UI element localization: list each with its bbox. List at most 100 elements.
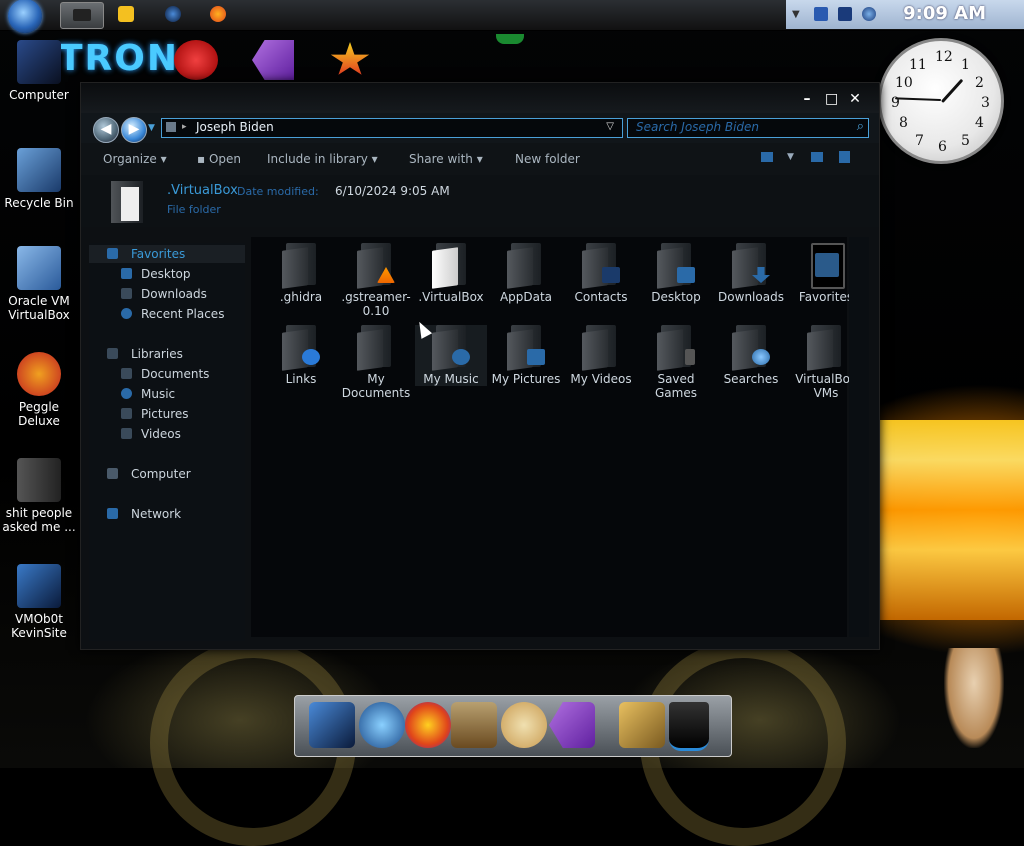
explorer-icon xyxy=(73,9,91,21)
preview-pane-icon[interactable] xyxy=(811,152,823,162)
folder-item-gstreamer[interactable]: .gstreamer-0.10 xyxy=(340,243,412,318)
folder-icon xyxy=(166,122,176,132)
details-name: .VirtualBox xyxy=(167,183,238,198)
clock-number: 8 xyxy=(899,115,908,131)
dock-visual-studio-icon[interactable] xyxy=(549,702,595,748)
sidebar-libraries[interactable]: Libraries xyxy=(89,345,245,363)
desktop-icon-vmobot[interactable]: VMOb0t KevinSite xyxy=(0,564,78,640)
vertical-scrollbar[interactable] xyxy=(849,237,869,637)
clock-number: 7 xyxy=(915,133,924,149)
details-type: File folder xyxy=(167,203,221,216)
taskbar-clock[interactable]: 9:09 AM xyxy=(903,3,986,24)
sidebar-computer[interactable]: Computer xyxy=(89,465,245,483)
hamster-gadget xyxy=(944,648,1004,748)
new-folder-button[interactable]: New folder xyxy=(515,152,580,166)
downloads-icon xyxy=(121,288,132,299)
explorer-window: – □ ✕ ◀ ▶ ▼ ▸ Joseph Biden ▽ ⇆ Search Jo… xyxy=(80,82,880,650)
desktop-icon-recycle-bin[interactable]: Recycle Bin xyxy=(0,148,78,210)
desktop-icon-computer[interactable]: Computer xyxy=(0,40,78,102)
desktop-icon-folder[interactable]: shit people asked me ... xyxy=(0,458,78,534)
search-icon[interactable]: ⌕ xyxy=(857,119,864,134)
clock-gadget[interactable]: 12 1 2 3 4 5 6 7 8 9 10 11 xyxy=(878,38,1004,164)
folder-item-searches[interactable]: Searches xyxy=(715,325,787,386)
sidebar-item-music[interactable]: Music xyxy=(89,385,245,403)
desktop-icon-label: Recycle Bin xyxy=(4,196,74,210)
window-titlebar[interactable]: – □ ✕ xyxy=(81,83,879,113)
taskbar: ▼ 9:09 AM xyxy=(0,0,1024,44)
address-bar[interactable]: ▸ Joseph Biden ▽ ⇆ xyxy=(161,118,644,138)
desktop-icon-peggle[interactable]: Peggle Deluxe xyxy=(0,352,78,428)
dock-trash-icon[interactable] xyxy=(669,702,709,751)
folder-item-desktop[interactable]: Desktop xyxy=(640,243,712,304)
clock-number: 11 xyxy=(909,57,927,73)
sidebar-item-documents[interactable]: Documents xyxy=(89,365,245,383)
dock-tools-icon[interactable] xyxy=(619,702,665,748)
address-text: Joseph Biden xyxy=(196,120,274,134)
folder-label: Searches xyxy=(723,372,779,386)
shield-icon[interactable] xyxy=(814,7,828,21)
command-bar: Organize ▾ ▪ Open Include in library ▾ S… xyxy=(81,143,879,175)
folder-item-links[interactable]: Links xyxy=(265,325,337,386)
chevron-right-icon: ▸ xyxy=(182,122,187,132)
dock-paint-icon[interactable] xyxy=(501,702,547,748)
dock-box-icon[interactable] xyxy=(451,702,497,748)
documents-icon xyxy=(121,368,132,379)
forward-button[interactable]: ▶ xyxy=(121,117,147,143)
tray-expand-icon[interactable]: ▼ xyxy=(792,9,800,20)
folder-icon xyxy=(732,325,770,371)
app-icon-red[interactable] xyxy=(174,40,218,80)
sidebar-item-desktop[interactable]: Desktop xyxy=(89,265,245,283)
details-date-value: 6/10/2024 9:05 AM xyxy=(335,184,450,198)
sidebar-network[interactable]: Network xyxy=(89,505,245,523)
clock-hour-hand xyxy=(941,78,964,104)
folder-item-my-pictures[interactable]: My Pictures xyxy=(490,325,562,386)
sidebar-favorites[interactable]: Favorites xyxy=(89,245,245,263)
sidebar-item-videos[interactable]: Videos xyxy=(89,425,245,443)
desktop-icon-label: Peggle Deluxe xyxy=(18,400,60,428)
dock-firefox-icon[interactable] xyxy=(405,702,451,748)
dock-network-icon[interactable] xyxy=(359,702,405,748)
arrow-left-icon: ◀ xyxy=(100,121,112,137)
minimize-button[interactable]: – xyxy=(801,92,813,106)
chevron-down-icon[interactable]: ▽ xyxy=(606,121,614,132)
volume-icon[interactable] xyxy=(862,7,876,21)
maximize-button[interactable]: □ xyxy=(825,92,838,106)
folder-item-downloads[interactable]: Downloads xyxy=(715,243,787,304)
close-button[interactable]: ✕ xyxy=(849,92,861,106)
search-input[interactable]: Search Joseph Biden ⌕ xyxy=(627,118,869,138)
include-in-library-button[interactable]: Include in library ▾ xyxy=(267,152,378,166)
media-player-icon[interactable] xyxy=(118,6,134,22)
folder-item-appdata[interactable]: AppData xyxy=(490,243,562,304)
folder-item-ghidra[interactable]: .ghidra xyxy=(265,243,337,304)
open-button[interactable]: ▪ Open xyxy=(197,152,241,166)
folder-icon xyxy=(507,243,545,289)
desktop-icon-label: Computer xyxy=(9,88,69,102)
ie-icon[interactable] xyxy=(165,6,181,22)
sidebar-item-recent-places[interactable]: Recent Places xyxy=(89,305,245,323)
desktop-icon-label: Oracle VM VirtualBox xyxy=(8,294,70,322)
sidebar-item-downloads[interactable]: Downloads xyxy=(89,285,245,303)
folder-icon xyxy=(657,243,695,289)
firefox-icon[interactable] xyxy=(210,6,226,22)
desktop-icon-virtualbox[interactable]: Oracle VM VirtualBox xyxy=(0,246,78,322)
folder-item-my-videos[interactable]: My Videos xyxy=(565,325,637,386)
folder-item-saved-games[interactable]: Saved Games xyxy=(640,325,712,400)
folder-item-virtualbox[interactable]: .VirtualBox xyxy=(415,243,487,304)
organize-button[interactable]: Organize ▾ xyxy=(103,152,167,166)
monitor-icon[interactable] xyxy=(838,7,852,21)
recent-pages-icon[interactable]: ▼ xyxy=(148,123,155,133)
folder-item-contacts[interactable]: Contacts xyxy=(565,243,637,304)
dock-monitor-icon[interactable] xyxy=(309,702,355,748)
folder-icon xyxy=(582,325,620,371)
sidebar-item-pictures[interactable]: Pictures xyxy=(89,405,245,423)
help-icon[interactable] xyxy=(839,151,850,163)
taskbar-explorer-button[interactable] xyxy=(60,2,104,29)
folder-label: Links xyxy=(285,372,317,386)
back-button[interactable]: ◀ xyxy=(93,117,119,143)
start-button[interactable] xyxy=(8,0,42,33)
view-dropdown-icon[interactable]: ▼ xyxy=(787,152,794,162)
view-icon[interactable] xyxy=(761,152,773,162)
network-icon xyxy=(107,508,118,519)
share-with-button[interactable]: Share with ▾ xyxy=(409,152,483,166)
folder-item-my-documents[interactable]: My Documents xyxy=(340,325,412,400)
